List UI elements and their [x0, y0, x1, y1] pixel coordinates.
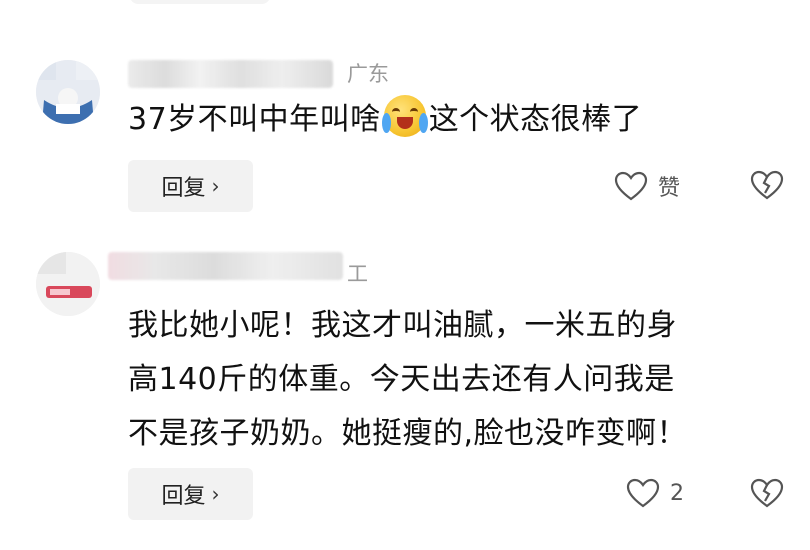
- reply-label: 回复: [161, 176, 206, 201]
- location-label: 广东: [347, 62, 389, 86]
- comment-text-line: 不是孩子奶奶。她挺瘦的,脸也没咋变啊！: [128, 416, 688, 451]
- reply-button[interactable]: 回复 ›: [128, 160, 253, 212]
- avatar-image: [36, 252, 100, 316]
- like-button[interactable]: 赞: [614, 170, 680, 202]
- comment-text-part: 这个状态很棒了: [428, 102, 643, 137]
- avatar-image: [36, 60, 100, 124]
- broken-heart-icon: [750, 478, 784, 508]
- dislike-button[interactable]: [750, 478, 784, 512]
- heart-icon: [626, 478, 660, 508]
- username-blurred[interactable]: [128, 60, 333, 88]
- avatar[interactable]: [36, 252, 100, 316]
- username-blurred[interactable]: [108, 252, 343, 280]
- comment-text-line: 高140斤的体重。今天出去还有人问我是: [128, 362, 675, 397]
- reply-button[interactable]: 回复 ›: [128, 468, 253, 520]
- chevron-right-icon: ›: [211, 174, 220, 198]
- avatar[interactable]: [36, 60, 100, 124]
- like-button[interactable]: 2: [626, 478, 684, 508]
- previous-comment-stub: [130, 0, 270, 4]
- comment-text-part: 37岁不叫中年叫啥: [128, 102, 381, 137]
- chevron-right-icon: ›: [211, 482, 220, 506]
- broken-heart-icon: [750, 170, 784, 200]
- like-label: 赞: [658, 176, 681, 201]
- reply-label: 回复: [161, 484, 206, 509]
- comment-text: 37岁不叫中年叫啥 这个状态很棒了: [128, 94, 642, 146]
- dislike-button[interactable]: [750, 170, 784, 204]
- comment-text-line: 我比她小呢！我这才叫油腻，一米五的身: [128, 308, 677, 343]
- crying-laughing-emoji-icon: [381, 95, 428, 137]
- like-count: 2: [670, 480, 684, 506]
- heart-icon: [614, 171, 648, 201]
- location-label: 工: [347, 262, 368, 286]
